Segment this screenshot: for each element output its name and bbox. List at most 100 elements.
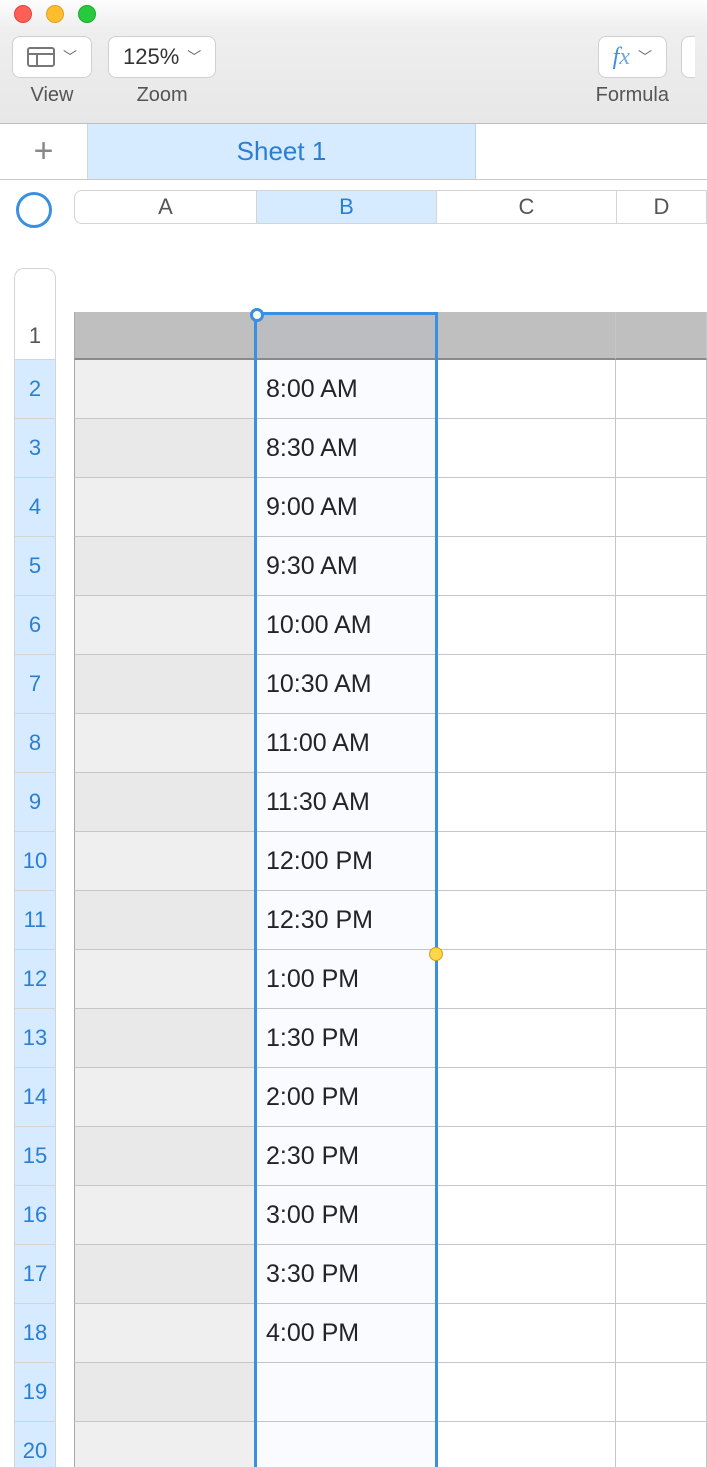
cell-d18[interactable] [616,1304,707,1363]
cell-c2[interactable] [436,360,616,419]
row-header-7[interactable]: 7 [14,655,56,714]
row-header-14[interactable]: 14 [14,1068,56,1127]
cell-b13[interactable]: 1:30 PM [256,1009,436,1068]
cell-d15[interactable] [616,1127,707,1186]
row-header-19[interactable]: 19 [14,1363,56,1422]
column-header-a[interactable]: A [74,190,256,224]
cell-a10[interactable] [74,832,256,891]
close-window-icon[interactable] [14,5,32,23]
cell-c19[interactable] [436,1363,616,1422]
row-header-10[interactable]: 10 [14,832,56,891]
cell-a17[interactable] [74,1245,256,1304]
cell-c1[interactable] [436,312,616,360]
view-button[interactable]: ﹀ [12,36,92,78]
cell-a2[interactable] [74,360,256,419]
cell-d12[interactable] [616,950,707,1009]
cell-c13[interactable] [436,1009,616,1068]
cell-a7[interactable] [74,655,256,714]
zoom-window-icon[interactable] [78,5,96,23]
cell-c7[interactable] [436,655,616,714]
cell-d6[interactable] [616,596,707,655]
cell-b6[interactable]: 10:00 AM [256,596,436,655]
column-header-b[interactable]: B [256,190,436,224]
cell-b17[interactable]: 3:30 PM [256,1245,436,1304]
cell-d16[interactable] [616,1186,707,1245]
cell-c11[interactable] [436,891,616,950]
cell-c4[interactable] [436,478,616,537]
row-header-1[interactable]: 1 [14,312,56,360]
cell-b4[interactable]: 9:00 AM [256,478,436,537]
cell-c17[interactable] [436,1245,616,1304]
cell-c9[interactable] [436,773,616,832]
cell-a15[interactable] [74,1127,256,1186]
cell-b9[interactable]: 11:30 AM [256,773,436,832]
cell-d7[interactable] [616,655,707,714]
cell-d3[interactable] [616,419,707,478]
cell-b14[interactable]: 2:00 PM [256,1068,436,1127]
formula-button[interactable]: fx ﹀ [598,36,667,78]
zoom-button[interactable]: 125% ﹀ [108,36,216,78]
row-header-2[interactable]: 2 [14,360,56,419]
cell-c5[interactable] [436,537,616,596]
cell-d10[interactable] [616,832,707,891]
cell-a13[interactable] [74,1009,256,1068]
cell-d5[interactable] [616,537,707,596]
add-sheet-button[interactable]: + [0,124,88,179]
cell-d9[interactable] [616,773,707,832]
cell-a5[interactable] [74,537,256,596]
row-header-11[interactable]: 11 [14,891,56,950]
cell-a18[interactable] [74,1304,256,1363]
cell-b11[interactable]: 12:30 PM [256,891,436,950]
cell-a8[interactable] [74,714,256,773]
cell-d4[interactable] [616,478,707,537]
row-header-16[interactable]: 16 [14,1186,56,1245]
cell-c15[interactable] [436,1127,616,1186]
cell-b12[interactable]: 1:00 PM [256,950,436,1009]
cell-a19[interactable] [74,1363,256,1422]
cell-d20[interactable] [616,1422,707,1467]
cell-a9[interactable] [74,773,256,832]
row-header-4[interactable]: 4 [14,478,56,537]
cell-c12[interactable] [436,950,616,1009]
cell-b20[interactable] [256,1422,436,1467]
cell-b5[interactable]: 9:30 AM [256,537,436,596]
cell-d2[interactable] [616,360,707,419]
cell-c3[interactable] [436,419,616,478]
cell-b18[interactable]: 4:00 PM [256,1304,436,1363]
column-header-c[interactable]: C [436,190,616,224]
select-all-circle[interactable] [16,192,52,228]
cell-b19[interactable] [256,1363,436,1422]
cell-a16[interactable] [74,1186,256,1245]
cell-a4[interactable] [74,478,256,537]
cell-a14[interactable] [74,1068,256,1127]
row-header-20[interactable]: 20 [14,1422,56,1467]
cell-d1[interactable] [616,312,707,360]
row-header-6[interactable]: 6 [14,596,56,655]
cell-a6[interactable] [74,596,256,655]
cell-a11[interactable] [74,891,256,950]
row-header-18[interactable]: 18 [14,1304,56,1363]
column-header-d[interactable]: D [616,190,707,224]
cell-d14[interactable] [616,1068,707,1127]
cell-a12[interactable] [74,950,256,1009]
cell-b10[interactable]: 12:00 PM [256,832,436,891]
row-header-15[interactable]: 15 [14,1127,56,1186]
row-header-12[interactable]: 12 [14,950,56,1009]
cell-b1[interactable] [256,312,436,360]
cell-c10[interactable] [436,832,616,891]
row-header-tab[interactable] [14,268,56,312]
cell-b15[interactable]: 2:30 PM [256,1127,436,1186]
cell-b7[interactable]: 10:30 AM [256,655,436,714]
row-header-13[interactable]: 13 [14,1009,56,1068]
cell-a1[interactable] [74,312,256,360]
cell-c6[interactable] [436,596,616,655]
cell-c8[interactable] [436,714,616,773]
row-header-17[interactable]: 17 [14,1245,56,1304]
cell-b2[interactable]: 8:00 AM [256,360,436,419]
cell-a3[interactable] [74,419,256,478]
row-header-9[interactable]: 9 [14,773,56,832]
row-header-5[interactable]: 5 [14,537,56,596]
row-header-8[interactable]: 8 [14,714,56,773]
cell-b3[interactable]: 8:30 AM [256,419,436,478]
cell-d8[interactable] [616,714,707,773]
